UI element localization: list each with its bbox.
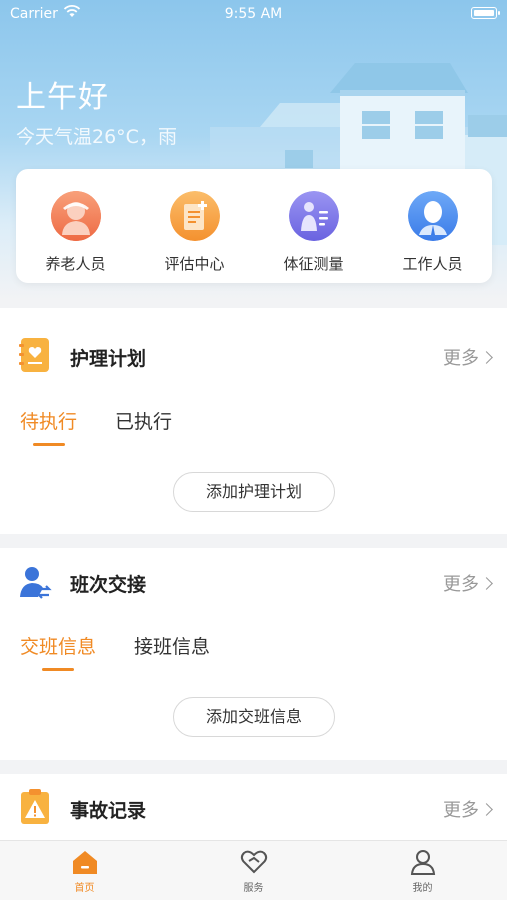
more-link[interactable]: 更多 — [443, 796, 493, 822]
care-plan-header: 护理计划 更多 — [0, 308, 507, 372]
tab-label: 服务 — [243, 883, 264, 894]
assessment-doc-icon — [169, 191, 220, 241]
more-label: 更多 — [443, 574, 479, 595]
care-plan-section: 护理计划 更多 待执行 已执行 添加护理计划 — [0, 308, 507, 534]
tab-label: 我的 — [412, 883, 433, 894]
add-care-plan-button[interactable]: 添加护理计划 — [173, 472, 335, 512]
section-title: 班次交接 — [70, 574, 147, 596]
status-time: 9:55 AM — [224, 6, 283, 22]
quick-item-vitals[interactable]: 体征测量 — [254, 169, 373, 283]
add-handover-button[interactable]: 添加交班信息 — [173, 697, 335, 737]
more-label: 更多 — [443, 800, 479, 821]
more-label: 更多 — [443, 348, 479, 369]
shift-handover-header: 班次交接 更多 — [0, 548, 507, 604]
more-link[interactable]: 更多 — [443, 570, 493, 596]
tab-mine[interactable]: 我的 — [338, 841, 507, 900]
chevron-right-icon — [480, 577, 493, 590]
quick-item-label: 养老人员 — [45, 255, 106, 273]
weather-text: 今天气温26°C，雨 — [16, 126, 177, 148]
quick-item-label: 工作人员 — [402, 255, 463, 273]
warning-clipboard-icon — [21, 789, 49, 824]
tab-handover-out[interactable]: 交班信息 — [20, 632, 96, 659]
quick-menu-card: 养老人员 评估中心 体征测量 工作人员 — [16, 169, 492, 283]
heart-icon — [240, 850, 267, 874]
section-title: 事故记录 — [70, 800, 147, 822]
quick-item-elderly[interactable]: 养老人员 — [16, 169, 135, 283]
staff-person-icon — [407, 191, 458, 241]
incident-section: 事故记录 更多 — [0, 774, 507, 840]
tab-executed[interactable]: 已执行 — [115, 407, 172, 434]
shift-handover-section: 班次交接 更多 交班信息 接班信息 添加交班信息 — [0, 548, 507, 760]
elderly-person-icon — [50, 191, 101, 241]
person-swap-icon — [20, 567, 52, 599]
section-title: 护理计划 — [70, 348, 147, 370]
notebook-heart-icon — [19, 338, 49, 372]
incident-header: 事故记录 更多 — [0, 774, 507, 830]
shift-handover-tabs: 交班信息 接班信息 — [20, 632, 248, 659]
quick-item-staff[interactable]: 工作人员 — [373, 169, 492, 283]
chevron-right-icon — [480, 803, 493, 816]
tab-handover-in[interactable]: 接班信息 — [134, 632, 210, 659]
quick-item-assessment[interactable]: 评估中心 — [135, 169, 254, 283]
quick-item-label: 评估中心 — [164, 255, 225, 273]
more-link[interactable]: 更多 — [443, 344, 493, 370]
tab-service[interactable]: 服务 — [169, 841, 338, 900]
battery-icon — [471, 7, 500, 19]
tab-home[interactable]: 首页 — [0, 841, 169, 900]
vital-signs-icon — [288, 191, 339, 241]
chevron-right-icon — [480, 351, 493, 364]
quick-item-label: 体征测量 — [283, 255, 344, 273]
greeting-title: 上午好 — [16, 80, 109, 115]
care-plan-tabs: 待执行 已执行 — [20, 407, 210, 434]
tab-pending[interactable]: 待执行 — [20, 407, 77, 434]
profile-icon — [410, 850, 435, 875]
tab-label: 首页 — [74, 883, 95, 894]
home-icon — [72, 851, 97, 874]
status-bar: Carrier 9:55 AM — [0, 4, 507, 26]
bottom-tab-bar: 首页 服务 我的 — [0, 840, 507, 900]
